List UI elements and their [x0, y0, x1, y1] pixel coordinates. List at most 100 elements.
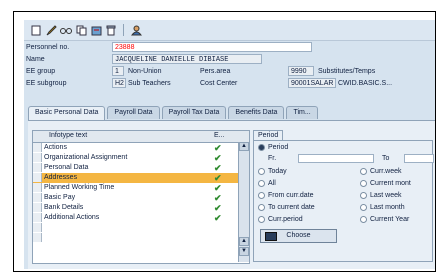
radio-icon: [258, 179, 265, 187]
table-row-empty[interactable]: [33, 223, 249, 233]
user-icon[interactable]: [130, 24, 142, 36]
name-label: Name: [26, 56, 45, 63]
infotype-label: Organizational Assignment: [44, 154, 128, 161]
choose-button[interactable]: Choose: [260, 229, 337, 243]
row-selector[interactable]: [33, 213, 42, 222]
ee-group-code: 1: [112, 66, 124, 76]
infotype-label: Bank Details: [44, 204, 84, 211]
table-row-selected[interactable]: Addresses ✔: [33, 173, 249, 183]
from-curr-date-radio[interactable]: From curr.date: [258, 191, 314, 201]
row-selector[interactable]: [33, 223, 42, 232]
ee-subgroup-row: EE subgroup H2 Sub Teachers Cost Center …: [24, 78, 435, 89]
row-selector[interactable]: [33, 183, 42, 192]
tab-payroll-tax-data[interactable]: Payroll Tax Data: [161, 106, 227, 119]
infotype-label: Additional Actions: [44, 214, 100, 221]
row-selector[interactable]: [33, 203, 42, 212]
cost-center-code: 90001SALAR: [288, 78, 336, 88]
application-toolbar: [24, 20, 435, 41]
option-label: From curr.date: [268, 192, 314, 199]
table-row[interactable]: Bank Details ✔: [33, 203, 249, 213]
pers-area-code: 9990: [288, 66, 314, 76]
scroll-down-arrow-icon[interactable]: ▼: [239, 247, 249, 256]
table-row[interactable]: Additional Actions ✔: [33, 213, 249, 223]
row-selector[interactable]: [33, 193, 42, 202]
to-date-field[interactable]: [404, 154, 434, 163]
check-icon: ✔: [214, 143, 222, 153]
ee-subgroup-text: Sub Teachers: [128, 80, 171, 87]
option-label: To current date: [268, 204, 315, 211]
edit-icon[interactable]: [45, 24, 57, 36]
option-label: Last month: [370, 204, 405, 211]
radio-icon: [360, 167, 367, 175]
from-date-field[interactable]: [298, 154, 374, 163]
tab-payroll-data[interactable]: Payroll Data: [107, 106, 160, 119]
name-row: Name JACQUELINE DANIELLE DIBIASE: [24, 54, 435, 65]
row-selector[interactable]: [33, 143, 42, 152]
ee-group-row: EE group 1 Non-Union Pers.area 9990 Subs…: [24, 66, 435, 77]
radio-icon: [258, 203, 265, 211]
ee-subgroup-code: H2: [112, 78, 126, 88]
radio-icon: [360, 215, 367, 223]
scroll-up-arrow-icon[interactable]: ▲: [239, 237, 249, 246]
all-radio[interactable]: All: [258, 179, 276, 189]
curr-period-radio[interactable]: Curr.period: [258, 215, 303, 225]
cost-center-label: Cost Center: [200, 80, 238, 87]
tab-benefits-data[interactable]: Benefits Data: [228, 106, 285, 119]
employee-header: Personnel no. 23888 Name JACQUELINE DANI…: [24, 42, 435, 100]
infotype-text-header[interactable]: Infotype text: [49, 131, 87, 141]
option-label: Current mont: [370, 180, 411, 187]
infotype-table: Infotype text E... Actions ✔ Organizatio…: [32, 130, 250, 264]
option-label: Last week: [370, 192, 402, 199]
name-field: JACQUELINE DANIELLE DIBIASE: [112, 54, 262, 64]
scroll-up-arrow-icon[interactable]: ▲: [239, 142, 249, 151]
table-scrollbar[interactable]: ▲ ▲ ▼: [238, 142, 249, 262]
to-current-date-radio[interactable]: To current date: [258, 203, 315, 213]
display-glasses-icon[interactable]: [60, 24, 72, 36]
period-radio[interactable]: Period: [258, 143, 288, 153]
last-week-radio[interactable]: Last week: [360, 191, 402, 201]
personnel-no-row: Personnel no. 23888: [24, 42, 435, 53]
radio-icon: [258, 167, 265, 175]
radio-icon: [258, 215, 265, 223]
option-label: Current Year: [370, 216, 410, 223]
new-doc-icon[interactable]: [30, 24, 42, 36]
row-selector[interactable]: [33, 153, 42, 162]
tab-basic-personal-data[interactable]: Basic Personal Data: [28, 106, 106, 121]
table-row[interactable]: Actions ✔: [33, 143, 249, 153]
check-icon: ✔: [214, 163, 222, 173]
table-row[interactable]: Organizational Assignment ✔: [33, 153, 249, 163]
cost-center-text: CWID.BASIC.S...: [338, 80, 393, 87]
check-icon: ✔: [214, 183, 222, 193]
row-selector[interactable]: [33, 233, 42, 242]
last-month-radio[interactable]: Last month: [360, 203, 405, 213]
choose-label: Choose: [286, 232, 311, 239]
option-label: Curr.period: [268, 216, 303, 223]
option-label: All: [268, 180, 276, 187]
radio-icon: [360, 191, 367, 199]
tab-time[interactable]: Tim...: [286, 106, 318, 119]
pers-area-text: Substitutes/Temps: [318, 68, 376, 75]
today-radio[interactable]: Today: [258, 167, 287, 177]
delete-icon[interactable]: [105, 24, 117, 36]
check-icon: ✔: [214, 153, 222, 163]
toolbar-separator: [123, 24, 124, 36]
ee-subgroup-label: EE subgroup: [26, 80, 67, 87]
table-row-empty[interactable]: [33, 233, 249, 243]
curr-week-radio[interactable]: Curr.week: [360, 167, 402, 177]
personnel-no-label: Personnel no.: [26, 44, 70, 51]
radio-icon: [258, 191, 265, 199]
current-month-radio[interactable]: Current mont: [360, 179, 411, 189]
row-selector[interactable]: [33, 163, 42, 172]
current-year-radio[interactable]: Current Year: [360, 215, 409, 225]
e-column-header[interactable]: E...: [214, 131, 225, 141]
table-row[interactable]: Planned Working Time ✔: [33, 183, 249, 193]
check-icon: ✔: [214, 203, 222, 213]
table-row[interactable]: Basic Pay ✔: [33, 193, 249, 203]
option-label: Today: [268, 168, 287, 175]
overview-icon[interactable]: [90, 24, 102, 36]
table-row[interactable]: Personal Data ✔: [33, 163, 249, 173]
copy-icon[interactable]: [75, 24, 87, 36]
row-selector[interactable]: [33, 173, 42, 182]
personnel-no-field[interactable]: 23888: [112, 42, 312, 52]
check-icon: ✔: [214, 173, 222, 183]
